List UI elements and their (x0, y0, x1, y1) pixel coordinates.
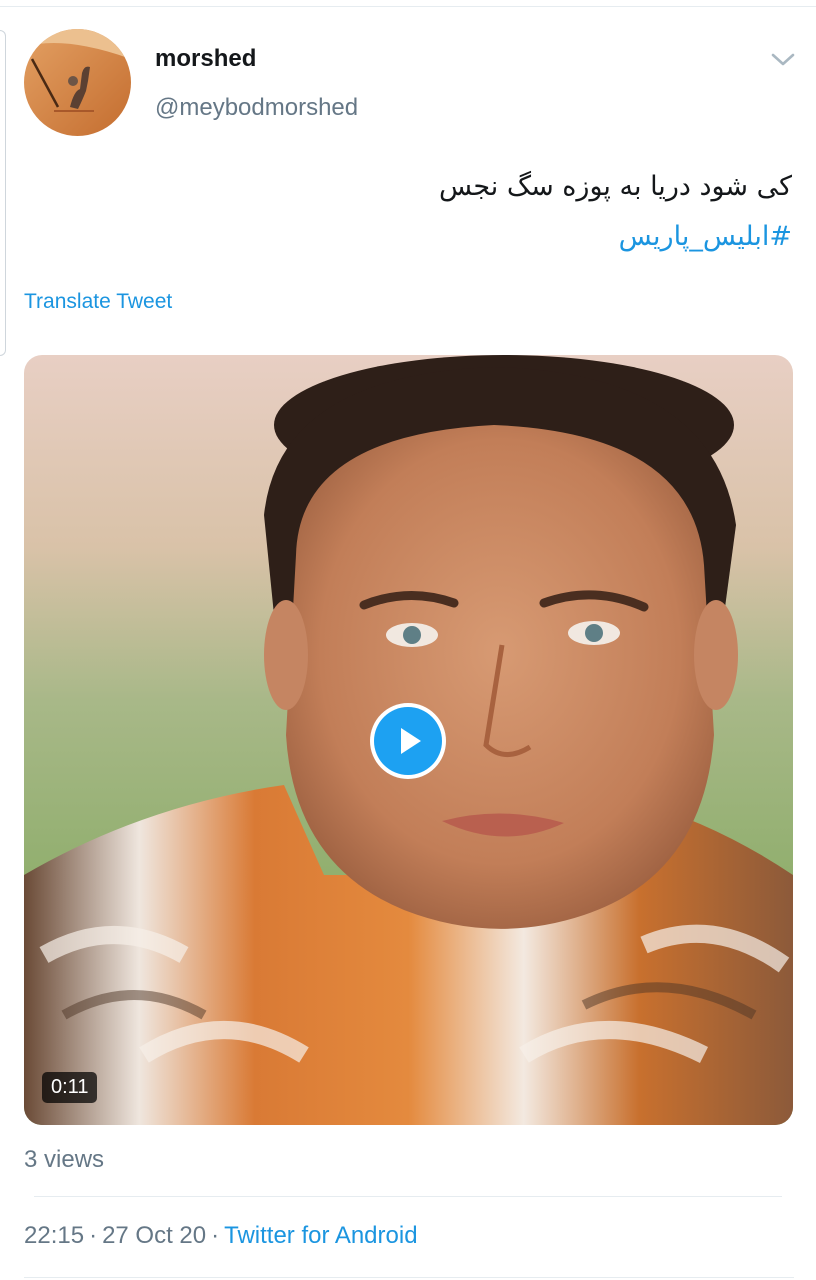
play-button[interactable] (370, 703, 446, 779)
avatar[interactable] (24, 29, 131, 136)
video-duration-badge: 0:11 (42, 1072, 98, 1103)
separator-dot: · (211, 1222, 220, 1249)
tweet-detail: morshed @meybodmorshed کی شود دریا به پو… (0, 0, 816, 1280)
thread-indicator (0, 30, 6, 356)
divider (34, 1196, 782, 1197)
source-link[interactable]: Twitter for Android (224, 1222, 417, 1249)
bottom-divider (24, 1277, 794, 1278)
tweet-metadata: 22:15 · 27 Oct 20 · Twitter for Android (24, 1222, 418, 1250)
top-divider (0, 6, 816, 7)
hashtag-link[interactable]: #ابلیس_پاریس (152, 212, 792, 262)
tweet-body: کی شود دریا به پوزه سگ نجس (438, 171, 792, 202)
separator-dot: · (89, 1222, 98, 1249)
tweet-date: 27 Oct 20 (102, 1222, 207, 1249)
user-handle[interactable]: @meybodmorshed (155, 94, 358, 122)
tweet-time: 22:15 (24, 1222, 85, 1249)
tweet-text: کی شود دریا به پوزه سگ نجس #ابلیس_پاریس (152, 162, 792, 262)
view-count: 3 views (24, 1146, 105, 1173)
chevron-down-icon[interactable] (770, 48, 796, 70)
display-name[interactable]: morshed (155, 45, 256, 73)
translate-tweet-link[interactable]: Translate Tweet (24, 290, 172, 314)
play-icon (401, 728, 421, 754)
